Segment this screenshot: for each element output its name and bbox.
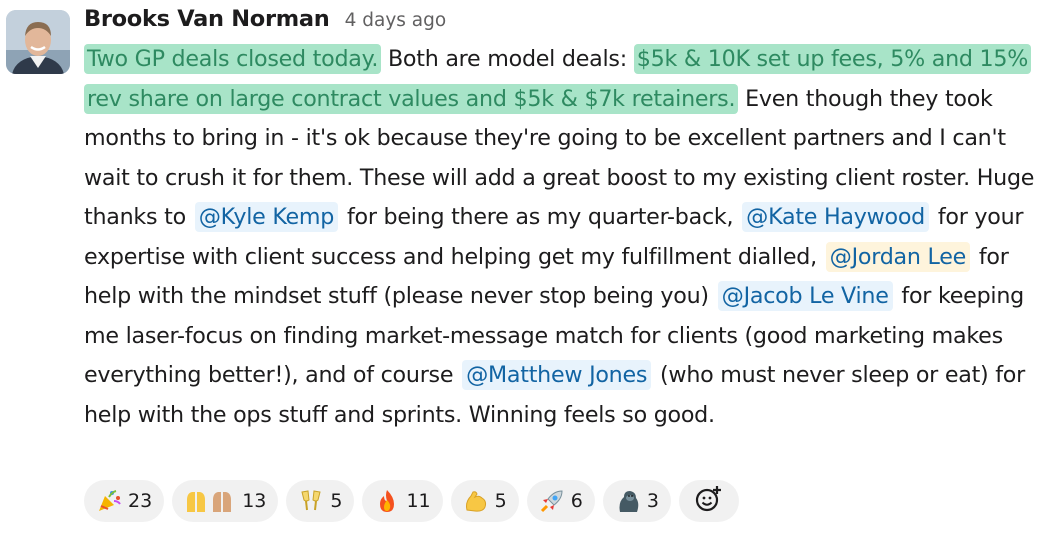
reaction-count: 3 <box>646 490 659 512</box>
raised-hands-icon <box>184 488 236 514</box>
message-timestamp[interactable]: 4 days ago <box>345 10 447 31</box>
avatar-photo <box>6 10 70 74</box>
mention-jacob-le-vine[interactable]: @Jacob Le Vine <box>717 281 893 311</box>
add-reaction-icon <box>694 484 724 519</box>
reaction-fire[interactable]: 11 <box>362 480 443 522</box>
reaction-count: 11 <box>406 490 431 512</box>
reaction-count: 23 <box>128 490 153 512</box>
author-name[interactable]: Brooks Van Norman <box>84 6 330 32</box>
reaction-raised-hands[interactable]: 13 <box>172 480 279 522</box>
party-popper-icon <box>96 488 122 514</box>
reaction-flexed-biceps[interactable]: 5 <box>450 480 519 522</box>
fire-icon <box>374 488 400 514</box>
reaction-gorilla[interactable]: 3 <box>602 480 671 522</box>
reaction-clinking-glasses[interactable]: 5 <box>286 480 355 522</box>
mention-kyle-kemp[interactable]: @Kyle Kemp <box>194 202 339 232</box>
message-text: Both are model deals: <box>381 46 634 72</box>
author-avatar[interactable] <box>6 10 70 74</box>
reaction-count: 13 <box>242 490 267 512</box>
reaction-bar: 23 13 5 11 5 6 3 <box>84 480 739 522</box>
add-reaction-button[interactable] <box>678 480 739 522</box>
reaction-count: 6 <box>570 490 583 512</box>
reaction-count: 5 <box>330 490 343 512</box>
reaction-party-popper[interactable]: 23 <box>84 480 165 522</box>
flexed-biceps-icon <box>463 488 489 514</box>
message-body: Two GP deals closed today. Both are mode… <box>84 40 1044 435</box>
mention-matthew-jones[interactable]: @Matthew Jones <box>462 360 652 390</box>
message-header: Brooks Van Norman 4 days ago <box>84 6 446 32</box>
rocket-icon <box>539 488 565 514</box>
reaction-count: 5 <box>494 490 507 512</box>
mention-jordan-lee[interactable]: @Jordan Lee <box>825 241 971 272</box>
gorilla-icon <box>615 488 641 514</box>
mention-kate-haywood[interactable]: @Kate Haywood <box>742 202 930 232</box>
highlighted-text: Two GP deals closed today. <box>84 44 382 74</box>
message-text: for being there as my quarter-back, <box>340 204 741 230</box>
reaction-rocket[interactable]: 6 <box>526 480 595 522</box>
clinking-glasses-icon <box>298 488 324 514</box>
